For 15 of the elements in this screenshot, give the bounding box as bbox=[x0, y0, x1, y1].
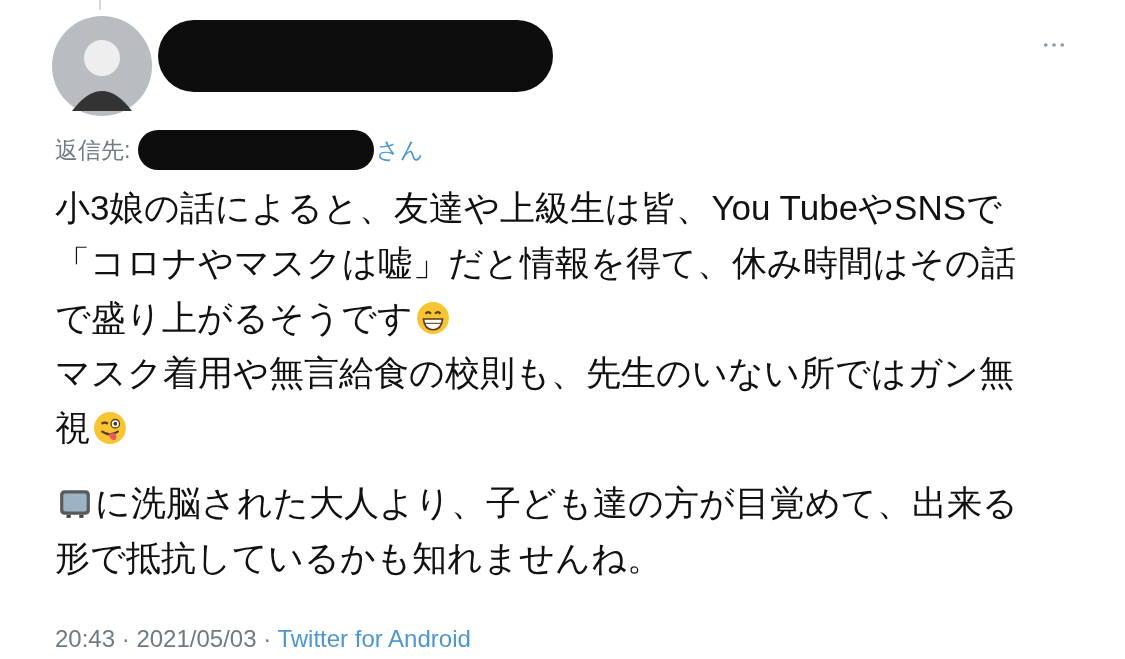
winking-tongue-emoji-icon bbox=[93, 410, 127, 445]
tweet-text: マスク着用や無言給食の校則も、先生のいない所ではガン無 bbox=[55, 352, 1014, 394]
tweet-text: 視 bbox=[55, 407, 90, 449]
tweet-text: 小3娘の話によると、友達や上級生は皆、You TubeやSNSで bbox=[55, 187, 1003, 229]
tweet-text: 形で抵抗しているかも知れませんね。 bbox=[55, 537, 662, 579]
tweet-timestamp: 20:43 · 2021/05/03 · bbox=[55, 625, 272, 652]
reply-handle-suffix[interactable]: さん bbox=[376, 134, 425, 166]
reply-label: 返信先: bbox=[55, 135, 131, 165]
tweet-text: で盛り上がるそうです bbox=[55, 297, 413, 339]
avatar-icon[interactable] bbox=[52, 16, 152, 116]
source-link[interactable]: Twitter for Android bbox=[277, 625, 471, 652]
grinning-emoji-icon bbox=[416, 300, 450, 335]
tweet-text: 「コロナやマスクは嘘」だと情報を得て、休み時間はその話 bbox=[55, 242, 1016, 284]
tweet-text: に洗脳された大人より、子ども達の方が目覚めて、出来る bbox=[95, 482, 1018, 524]
more-icon[interactable] bbox=[1043, 42, 1065, 48]
